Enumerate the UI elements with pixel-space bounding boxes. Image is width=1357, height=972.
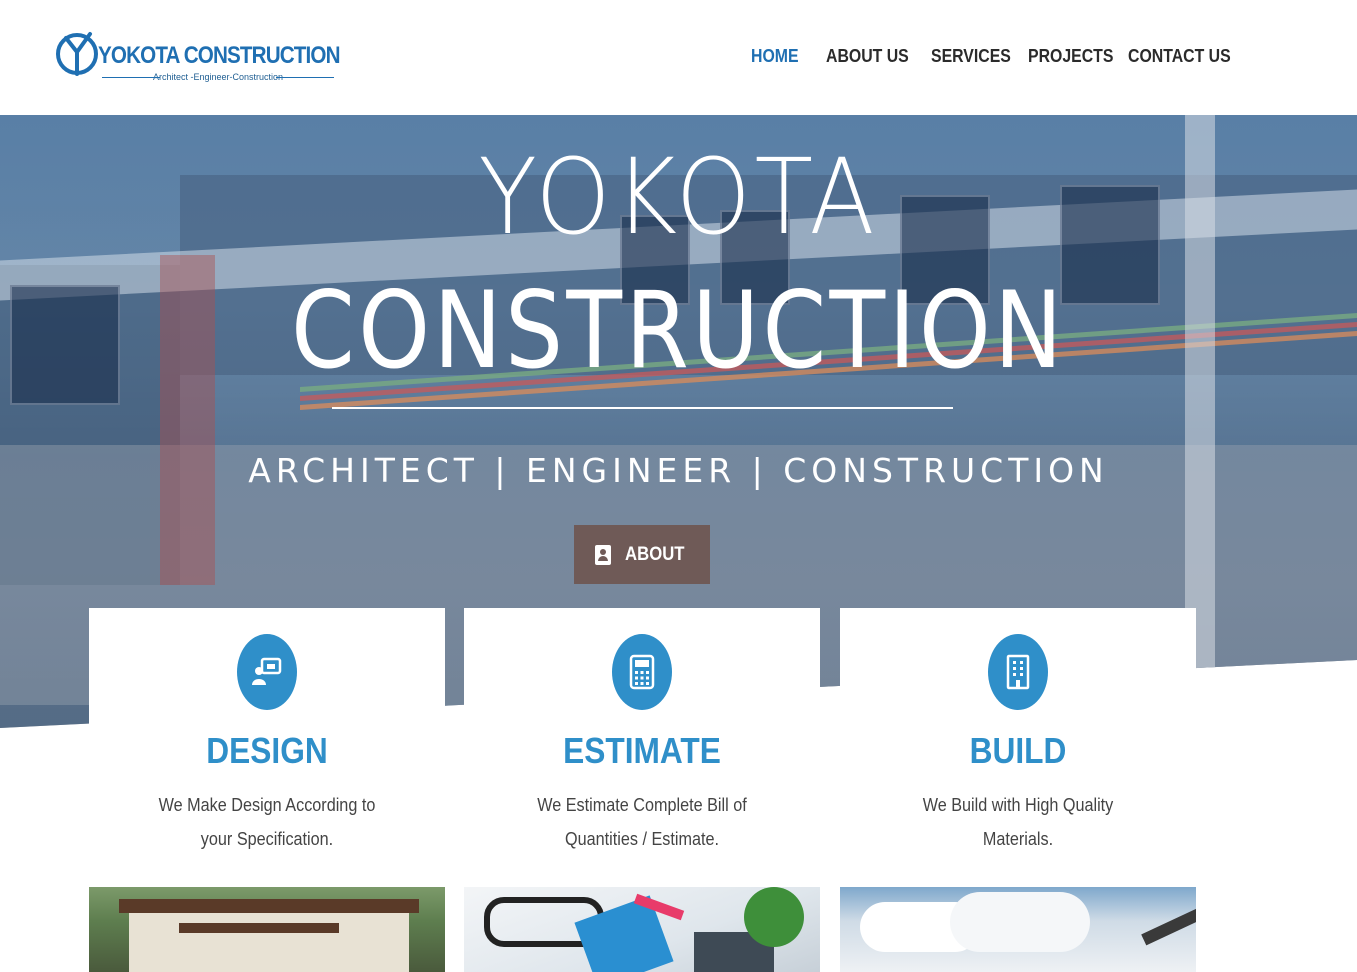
nav-about-us[interactable]: ABOUT US (826, 46, 918, 67)
nav-home[interactable]: HOME (751, 46, 817, 67)
service-card-design: DESIGN We Make Design According to your … (89, 608, 445, 868)
hero-title-line1: YOKOTA (478, 136, 879, 258)
about-button[interactable]: ABOUT (574, 525, 710, 584)
service-card-build: BUILD We Build with High Quality Materia… (840, 608, 1196, 868)
service-description: We Make Design According to your Specifi… (158, 795, 376, 849)
contact-card-icon (595, 544, 612, 565)
nav-contact-us[interactable]: CONTACT US (1128, 46, 1231, 67)
hero-title-line2: CONSTRUCTION (291, 269, 1066, 392)
about-button-label: ABOUT (625, 543, 685, 565)
nav-services[interactable]: SERVICES (931, 46, 1016, 67)
logo-name-part2: CONSTRUCTION (183, 42, 341, 69)
main-nav: HOME ABOUT US SERVICES PROJECTS CONTACT … (751, 46, 1238, 67)
company-logo[interactable]: YOKOTA CONSTRUCTION Architect -Engineer-… (56, 22, 341, 86)
service-title: DESIGN (206, 730, 328, 771)
logo-name-part1: YOKOTA (98, 42, 180, 69)
service-description: We Estimate Complete Bill of Quantities … (537, 795, 747, 849)
estimate-photo (464, 887, 820, 972)
logo-name: YOKOTA CONSTRUCTION (98, 42, 341, 70)
service-card-estimate: ESTIMATE We Estimate Complete Bill of Qu… (464, 608, 820, 868)
logo-mark-icon (56, 32, 98, 76)
building-icon (988, 634, 1048, 710)
calculator-icon (612, 634, 672, 710)
nav-projects[interactable]: PROJECTS (1028, 46, 1116, 67)
service-title: ESTIMATE (563, 730, 721, 771)
hero-subtitle: ARCHITECT | ENGINEER | CONSTRUCTION (248, 451, 1109, 490)
hero-divider (332, 407, 953, 409)
service-description: We Build with High Quality Materials. (922, 795, 1114, 849)
user-drawing-board-icon (237, 634, 297, 710)
logo-tagline: Architect -Engineer-Construction (102, 72, 334, 82)
site-header: YOKOTA CONSTRUCTION Architect -Engineer-… (0, 0, 1357, 115)
build-photo (840, 887, 1196, 972)
service-title: BUILD (969, 730, 1067, 771)
design-photo (89, 887, 445, 972)
